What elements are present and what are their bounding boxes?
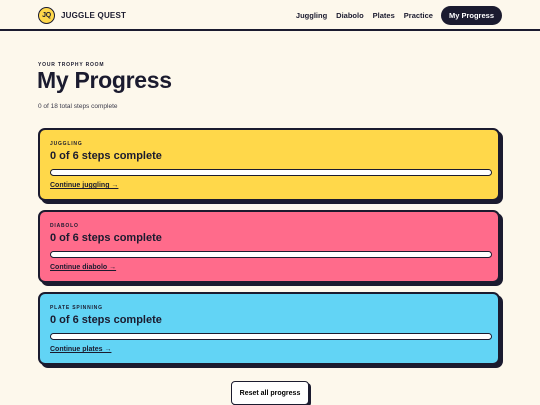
card-plate-spinning: PLATE SPINNING 0 of 6 steps complete Con… xyxy=(38,292,500,365)
nav-link-practice[interactable]: Practice xyxy=(404,11,433,20)
nav-link-diabolo[interactable]: Diabolo xyxy=(336,11,364,20)
nav-link-my-progress[interactable]: My Progress xyxy=(440,6,502,25)
card-eyebrow: JUGGLING xyxy=(50,141,83,147)
continue-plates-link[interactable]: Continue plates → xyxy=(50,346,111,353)
top-nav: JQ JUGGLE QUEST Juggling Diabolo Plates … xyxy=(0,0,540,31)
progress-summary: 0 of 18 total steps complete xyxy=(38,103,118,110)
continue-diabolo-link[interactable]: Continue diabolo → xyxy=(50,264,116,271)
brand-name: JUGGLE QUEST xyxy=(61,11,127,20)
card-title: 0 of 6 steps complete xyxy=(50,314,162,326)
card-juggling: JUGGLING 0 of 6 steps complete Continue … xyxy=(38,128,500,201)
reset-progress-button[interactable]: Reset all progress xyxy=(231,381,309,405)
card-eyebrow: PLATE SPINNING xyxy=(50,305,103,311)
card-eyebrow: DIABOLO xyxy=(50,223,79,229)
card-title: 0 of 6 steps complete xyxy=(50,232,162,244)
card-diabolo: DIABOLO 0 of 6 steps complete Continue d… xyxy=(38,210,500,283)
card-title: 0 of 6 steps complete xyxy=(50,150,162,162)
nav-link-plates[interactable]: Plates xyxy=(373,11,395,20)
logo-icon: JQ xyxy=(38,7,55,24)
progress-bar xyxy=(50,251,492,258)
progress-bar xyxy=(50,169,492,176)
progress-bar xyxy=(50,333,492,340)
nav-links: Juggling Diabolo Plates Practice My Prog… xyxy=(287,6,502,25)
continue-juggling-link[interactable]: Continue juggling → xyxy=(50,182,118,189)
brand[interactable]: JQ JUGGLE QUEST xyxy=(38,7,126,24)
page-title: My Progress xyxy=(37,67,172,93)
nav-link-juggling[interactable]: Juggling xyxy=(296,11,327,20)
